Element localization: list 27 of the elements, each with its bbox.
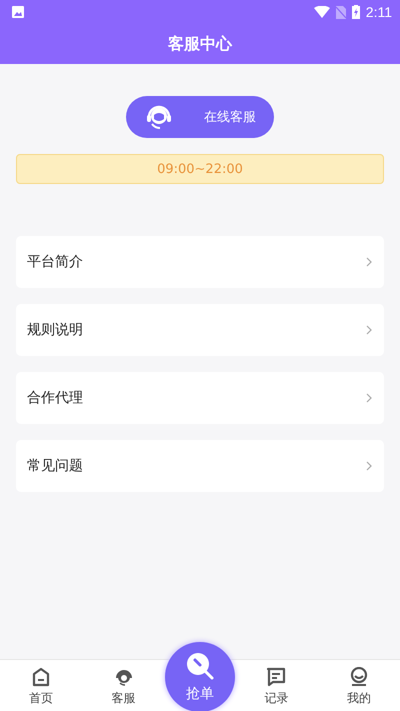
- image-icon: [12, 6, 24, 18]
- nav-tab[interactable]: 记录: [235, 660, 318, 711]
- no-sim-icon: [336, 6, 346, 18]
- service-hours: 09:00~22:00: [157, 162, 243, 176]
- note-icon: [265, 667, 288, 687]
- page-title: 客服中心: [168, 34, 232, 54]
- nav-tab[interactable]: 首页: [0, 660, 82, 711]
- nav-tab[interactable]: 我的: [318, 660, 400, 711]
- battery-icon: [352, 5, 360, 19]
- profile-icon: [348, 667, 369, 687]
- chevron-icon: [366, 325, 372, 335]
- chevron-icon: [366, 393, 372, 403]
- online-service-button[interactable]: 在线客服: [126, 96, 274, 138]
- headset-icon: [114, 667, 134, 687]
- menu-item[interactable]: 平台简介: [16, 236, 384, 288]
- chevron-icon: [366, 461, 372, 471]
- menu-item[interactable]: 合作代理: [16, 372, 384, 424]
- search-icon: [185, 651, 216, 681]
- headset-icon: [146, 104, 172, 130]
- home-icon: [32, 667, 50, 687]
- grab-order-button[interactable]: 抢单: [165, 642, 236, 711]
- menu-item[interactable]: 规则说明: [16, 304, 384, 356]
- wifi-icon: [314, 6, 330, 18]
- menu-item[interactable]: 常见问题: [16, 440, 384, 492]
- nav-tab[interactable]: 客服: [82, 660, 165, 711]
- status-time: 2:11: [366, 4, 392, 20]
- chevron-icon: [366, 257, 372, 267]
